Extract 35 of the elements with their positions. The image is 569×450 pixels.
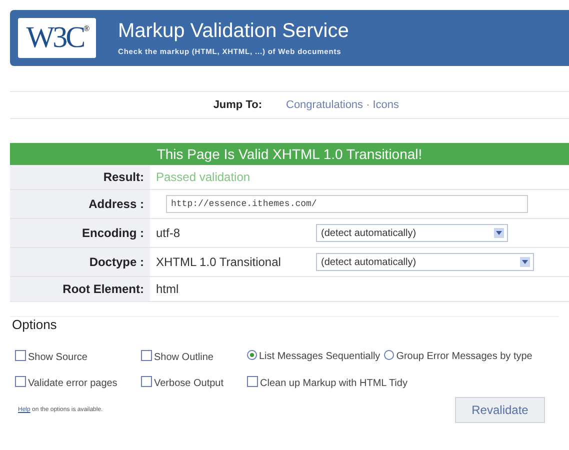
checkbox[interactable] xyxy=(15,350,26,361)
result-text: Passed validation xyxy=(156,170,250,184)
radio-button[interactable] xyxy=(384,350,394,360)
page-title: Markup Validation Service xyxy=(118,20,349,43)
checkbox-option[interactable]: Validate error pages xyxy=(15,378,118,389)
radio-option[interactable]: List Messages Sequentially xyxy=(247,351,380,362)
revalidate-button[interactable]: Revalidate xyxy=(455,397,545,423)
checkbox[interactable] xyxy=(141,376,152,387)
checkbox-option[interactable]: Show Outline xyxy=(141,352,214,363)
radio-option[interactable]: Group Error Messages by type xyxy=(384,351,532,362)
checkbox-option[interactable]: Clean up Markup with HTML Tidy xyxy=(247,378,408,389)
row-label: Root Element: xyxy=(10,277,150,301)
result-banner: This Page Is Valid XHTML 1.0 Transitional! xyxy=(10,143,569,165)
logo: W3C$^{®}$ xyxy=(18,18,96,58)
address-field[interactable]: http://essence.ithemes.com/ xyxy=(166,195,528,213)
row-label: Encoding : xyxy=(10,219,150,247)
row-label: Address : xyxy=(10,190,150,218)
dropdown[interactable]: (detect automatically) xyxy=(316,253,534,271)
radio-button[interactable] xyxy=(247,350,257,360)
row-value: html xyxy=(156,282,180,296)
row-value: utf-8 xyxy=(156,226,182,240)
checkbox-option[interactable]: Show Source xyxy=(15,352,88,363)
jump-link[interactable]: Icons xyxy=(372,99,400,111)
jump-label: Jump To: xyxy=(212,99,262,111)
row-value: XHTML 1.0 Transitional xyxy=(156,255,282,269)
checkbox-option[interactable]: Verbose Output xyxy=(141,378,224,389)
checkbox[interactable] xyxy=(247,376,258,387)
jump-link[interactable]: Congratulations xyxy=(286,99,364,111)
row-label: Doctype : xyxy=(10,248,150,276)
checkbox[interactable] xyxy=(15,376,26,387)
options-heading: Options xyxy=(10,316,559,332)
checkbox[interactable] xyxy=(141,350,152,361)
separator: · xyxy=(366,99,370,111)
dropdown[interactable]: (detect automatically) xyxy=(316,224,508,242)
row-label: Result: xyxy=(10,165,150,189)
